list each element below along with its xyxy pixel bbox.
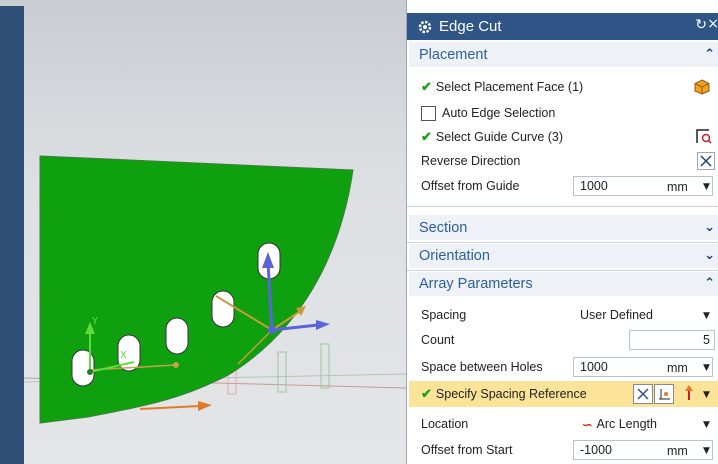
y-axis-label: Y <box>91 316 99 327</box>
placement-title: Placement <box>419 47 488 63</box>
offset-guide-unit: mm <box>667 180 688 194</box>
auto-edge-checkbox[interactable] <box>421 105 436 121</box>
chevron-up-icon[interactable]: ⌃ <box>704 47 715 62</box>
chevron-down-icon[interactable]: ⌄ <box>704 248 715 263</box>
location-select[interactable]: ∽ Arc Length <box>573 414 713 434</box>
dropdown-arrow-icon[interactable]: ▼ <box>703 446 710 456</box>
count-value: 5 <box>703 333 710 347</box>
divider <box>407 206 718 207</box>
orientation-header[interactable]: Orientation <box>419 246 718 266</box>
point-cross-icon[interactable] <box>633 384 653 404</box>
inferred-point-icon[interactable] <box>680 384 698 402</box>
offset-start-unit: mm <box>667 444 688 458</box>
dropdown-arrow-icon[interactable]: ▼ <box>703 420 710 430</box>
section-header[interactable]: Section <box>419 218 718 238</box>
model-canvas[interactable]: Y X <box>0 0 406 464</box>
check-icon: ✔ <box>421 129 432 144</box>
space-between-input[interactable]: 1000 <box>573 357 713 377</box>
space-between-unit: mm <box>667 361 688 375</box>
check-icon: ✔ <box>421 386 432 401</box>
select-guide-label: Select Guide Curve (3) <box>435 130 564 144</box>
left-window-strip <box>0 6 24 464</box>
graphics-viewport[interactable]: Y X <box>0 0 406 464</box>
offset-guide-value: 1000 <box>580 179 608 193</box>
dropdown-arrow-icon[interactable]: ▼ <box>703 390 710 400</box>
offset-start-label: Offset from Start <box>421 443 513 457</box>
select-face-row[interactable]: ✔ Select Placement Face (1) <box>421 77 718 97</box>
check-icon: ✔ <box>421 79 432 94</box>
dropdown-arrow-icon[interactable]: ▼ <box>703 182 710 192</box>
offset-start-input[interactable]: -1000 <box>573 440 713 460</box>
arc-length-icon: ∽ <box>582 417 593 432</box>
count-label: Count <box>421 333 455 347</box>
reference-point[interactable] <box>268 326 276 334</box>
reverse-direction-label: Reverse Direction <box>421 154 521 168</box>
offset-guide-label: Offset from Guide <box>421 179 520 193</box>
location-value: Arc Length <box>596 417 657 431</box>
hole-3[interactable] <box>165 317 189 355</box>
auto-edge-row[interactable]: Auto Edge Selection <box>421 103 718 123</box>
spacing-select[interactable]: User Defined <box>573 305 713 325</box>
offset-arrow <box>139 405 201 410</box>
spacing-label: Spacing <box>421 308 467 322</box>
location-label: Location <box>421 417 469 431</box>
cube-icon[interactable] <box>693 78 711 96</box>
ghost-plate <box>320 343 330 389</box>
offset-guide-input[interactable]: 1000 <box>573 176 713 196</box>
space-between-value: 1000 <box>580 360 608 374</box>
section-title: Section <box>419 220 468 236</box>
orientation-title: Orientation <box>419 248 490 264</box>
spacing-reference-label: Specify Spacing Reference <box>435 387 587 401</box>
divider <box>407 242 718 243</box>
offset-start-value: -1000 <box>580 443 612 457</box>
point-dialog-icon[interactable] <box>654 384 674 404</box>
curve-select-icon[interactable] <box>695 127 713 145</box>
space-between-label: Space between Holes <box>421 360 543 374</box>
placement-header[interactable]: Placement <box>419 45 718 65</box>
spacing-value: User Defined <box>580 308 653 322</box>
dropdown-arrow-icon[interactable]: ▼ <box>703 311 710 321</box>
dropdown-arrow-icon[interactable]: ▼ <box>703 363 710 373</box>
chevron-down-icon[interactable]: ⌄ <box>704 220 715 235</box>
close-icon[interactable]: × <box>707 16 718 32</box>
select-face-label: Select Placement Face (1) <box>435 80 584 94</box>
divider <box>407 270 718 271</box>
ghost-plate <box>277 351 287 393</box>
select-guide-row[interactable]: ✔ Select Guide Curve (3) <box>421 127 718 147</box>
x-axis-label: X <box>120 350 127 361</box>
chevron-up-icon[interactable]: ⌃ <box>704 276 715 291</box>
dialog-title: Edge Cut <box>439 18 502 35</box>
reverse-direction-icon[interactable] <box>697 152 715 170</box>
array-header[interactable]: Array Parameters <box>419 274 718 294</box>
reset-icon[interactable]: ↻ <box>695 17 707 33</box>
count-input[interactable]: 5 <box>629 330 715 350</box>
auto-edge-label: Auto Edge Selection <box>442 106 556 120</box>
dialog-titlebar: Edge Cut ↻ × <box>407 13 718 40</box>
tangent-arrowhead <box>316 320 330 330</box>
offset-arrowhead <box>198 401 212 411</box>
array-title: Array Parameters <box>419 276 533 292</box>
guide-point <box>173 362 179 368</box>
hole-4[interactable] <box>211 290 235 328</box>
reverse-direction-row: Reverse Direction <box>421 151 718 171</box>
gear-icon <box>418 20 432 33</box>
edge-cut-dialog: Edge Cut ↻ × Placement ⌃ ✔ Select Placem… <box>406 0 718 464</box>
triad-origin <box>87 369 93 375</box>
